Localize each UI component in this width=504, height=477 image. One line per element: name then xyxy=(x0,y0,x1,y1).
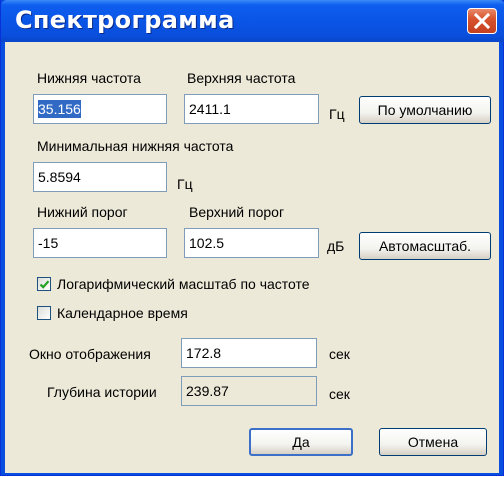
title-bar[interactable]: Спектрограмма xyxy=(1,0,504,42)
window-title: Спектрограмма xyxy=(15,6,235,34)
dialog-window: Спектрограмма Нижняя частота Верхняя час… xyxy=(0,0,504,476)
high-threshold-label: Верхний порог xyxy=(189,204,285,220)
calendar-time-checkbox[interactable] xyxy=(37,306,51,320)
sec-unit-label-2: сек xyxy=(329,386,350,402)
low-freq-label: Нижняя частота xyxy=(37,70,141,86)
hz-unit-label: Гц xyxy=(329,106,345,122)
cancel-button[interactable]: Отмена xyxy=(379,428,487,456)
checkmark-icon xyxy=(39,280,50,289)
default-button[interactable]: По умолчанию xyxy=(359,96,491,124)
history-depth-label: Глубина истории xyxy=(47,384,157,400)
high-freq-input[interactable]: 2411.1 xyxy=(184,94,319,124)
low-freq-value: 35.156 xyxy=(38,100,81,118)
log-scale-checkbox[interactable] xyxy=(37,277,51,291)
sec-unit-label: сек xyxy=(329,346,350,362)
high-threshold-input[interactable]: 102.5 xyxy=(184,228,319,258)
min-low-freq-label: Минимальная нижняя частота xyxy=(37,138,234,154)
autoscale-button[interactable]: Автомасштаб. xyxy=(359,232,491,260)
history-depth-field: 239.87 xyxy=(181,376,317,406)
low-freq-input[interactable]: 35.156 xyxy=(33,94,167,124)
low-threshold-label: Нижний порог xyxy=(37,204,128,220)
display-window-label: Окно отображения xyxy=(29,346,151,362)
high-freq-label: Верхняя частота xyxy=(187,70,296,86)
calendar-time-label[interactable]: Календарное время xyxy=(57,305,188,321)
db-unit-label: дБ xyxy=(327,238,345,254)
ok-button[interactable]: Да xyxy=(249,428,353,456)
min-low-freq-input[interactable]: 5.8594 xyxy=(33,162,167,192)
hz-unit-label-2: Гц xyxy=(177,176,193,192)
low-threshold-input[interactable]: -15 xyxy=(33,228,167,258)
close-icon xyxy=(474,13,490,29)
display-window-input[interactable]: 172.8 xyxy=(181,338,317,368)
log-scale-label[interactable]: Логарифмический масштаб по частоте xyxy=(57,276,310,292)
close-button[interactable] xyxy=(467,8,497,34)
dialog-body: Нижняя частота Верхняя частота 35.156 24… xyxy=(5,42,499,473)
